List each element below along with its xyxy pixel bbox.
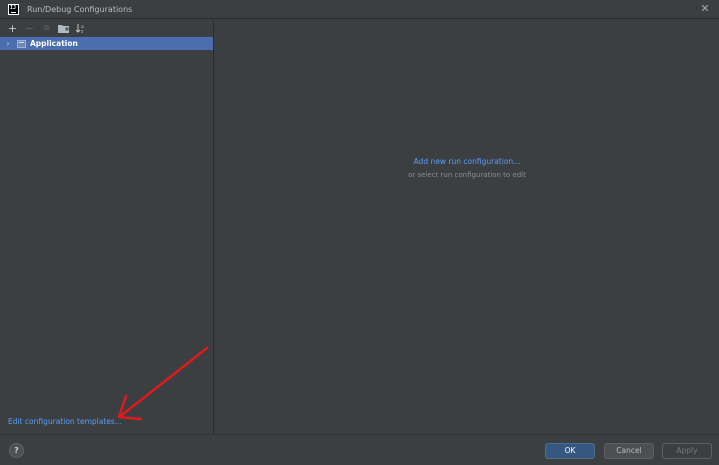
- chevron-right-icon[interactable]: ›: [4, 39, 12, 48]
- close-button[interactable]: ✕: [699, 3, 711, 15]
- application-config-icon: [17, 39, 26, 48]
- close-icon: ✕: [700, 2, 710, 15]
- empty-state-hint: or select run configuration to edit: [408, 171, 526, 179]
- edit-configuration-templates-link[interactable]: Edit configuration templates...: [8, 417, 122, 426]
- plus-icon: +: [7, 21, 18, 35]
- move-to-folder-button[interactable]: [55, 21, 72, 35]
- tree-item-label: Application: [30, 39, 78, 48]
- configurations-tree-panel: + − ⧉ az › Application Edit configuratio…: [0, 20, 214, 434]
- sort-icon: az: [75, 24, 84, 34]
- configuration-editor-panel: Add new run configuration... or select r…: [215, 20, 719, 434]
- add-configuration-button[interactable]: +: [4, 21, 21, 35]
- apply-button[interactable]: Apply: [662, 443, 712, 459]
- sort-configurations-button[interactable]: az: [72, 21, 89, 35]
- help-icon: ?: [14, 446, 19, 455]
- dialog-footer: ? OK Cancel Apply: [0, 434, 719, 465]
- ok-button[interactable]: OK: [545, 443, 595, 459]
- svg-text:z: z: [81, 30, 84, 34]
- minus-icon: −: [24, 21, 35, 35]
- remove-configuration-button[interactable]: −: [21, 21, 38, 35]
- empty-state: Add new run configuration... or select r…: [215, 157, 719, 179]
- help-button[interactable]: ?: [9, 443, 24, 458]
- tree-toolbar: + − ⧉ az: [0, 20, 213, 36]
- folder-icon: [58, 24, 69, 33]
- tree-item-application[interactable]: › Application: [0, 37, 213, 50]
- copy-icon: ⧉: [43, 23, 50, 32]
- intellij-logo-icon: IJ: [8, 3, 19, 15]
- cancel-button[interactable]: Cancel: [604, 443, 654, 459]
- logo-text: IJ: [10, 4, 17, 11]
- add-new-run-configuration-link[interactable]: Add new run configuration...: [215, 157, 719, 166]
- title-bar: IJ Run/Debug Configurations ✕: [0, 0, 719, 19]
- window-title: Run/Debug Configurations: [27, 4, 133, 14]
- copy-configuration-button[interactable]: ⧉: [38, 21, 55, 35]
